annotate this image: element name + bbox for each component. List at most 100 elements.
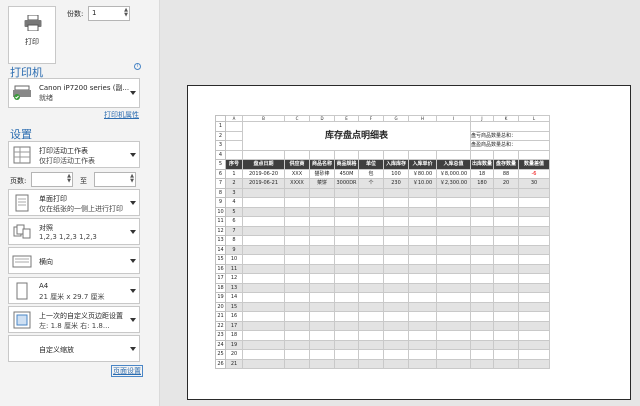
collate-title: 对照 [39, 224, 53, 232]
table-cell [408, 235, 437, 246]
table-cell: 猫砂棒 [309, 168, 335, 179]
table-cell [242, 254, 285, 265]
pages-label: 页数: [10, 177, 27, 185]
table-cell: 个 [358, 178, 384, 189]
info-icon[interactable]: i [134, 63, 141, 70]
table-cell [408, 330, 437, 341]
page-setup-link[interactable]: 页面设置 [111, 365, 143, 377]
table-cell: 18 [470, 168, 494, 179]
table-cell: 100 [383, 168, 409, 179]
table-cell [358, 263, 384, 274]
scaling-select[interactable]: 自定义缩放 [8, 335, 140, 362]
table-header-cell: 盘存数量 [493, 159, 519, 170]
pages-to-input[interactable]: ▲ ▼ [94, 172, 136, 187]
table-cell [436, 235, 471, 246]
table-cell [309, 273, 335, 284]
table-cell [518, 235, 550, 246]
table-cell [518, 311, 550, 322]
table-row: 11 6 [215, 216, 550, 227]
table-cell [470, 301, 494, 312]
gain-total-label: 盘盈商品数量总和： [470, 140, 550, 151]
table-cell [284, 292, 310, 303]
table-cell [284, 206, 310, 217]
table-cell [436, 339, 471, 350]
paper-size-select[interactable]: A4 21 厘米 x 29.7 厘米 [8, 277, 140, 304]
table-cell [358, 244, 384, 255]
print-what-select[interactable]: 打印活动工作表 仅打印活动工作表 [8, 141, 140, 168]
table-cell [383, 206, 409, 217]
table-row: 15 10 [215, 254, 550, 265]
table-cell [284, 358, 310, 369]
table-header-cell: 盘点日期 [242, 159, 285, 170]
table-cell [242, 206, 285, 217]
table-cell [383, 216, 409, 227]
sides-select[interactable]: 单面打印 仅在纸张的一侧上进行打印 [8, 189, 140, 216]
table-cell [383, 330, 409, 341]
print-button[interactable]: 打印 [8, 6, 56, 64]
table-header-cell: 入库总值 [436, 159, 471, 170]
table-cell [309, 358, 335, 369]
table-cell [242, 292, 285, 303]
table-row: 26 21 [215, 358, 550, 369]
table-header-cell: 供应商 [284, 159, 310, 170]
table-cell: -6 [518, 168, 550, 179]
table-cell [493, 206, 519, 217]
table-cell: XXXX [284, 178, 310, 189]
table-cell: 10 [225, 254, 243, 265]
table-cell [309, 301, 335, 312]
table-row: 12 7 [215, 225, 550, 236]
table-cell: 20 [225, 349, 243, 360]
chevron-down-icon [130, 229, 136, 234]
row-number: 11 [215, 216, 226, 227]
table-cell [334, 339, 359, 350]
table-cell [470, 235, 494, 246]
table-cell [493, 244, 519, 255]
table-cell: 18 [225, 330, 243, 341]
table-cell [436, 273, 471, 284]
copies-input[interactable]: 1 ▲ ▼ [88, 6, 130, 21]
table-cell: 2019-06-20 [242, 168, 285, 179]
orientation-select[interactable]: 横向 [8, 247, 140, 274]
table-cell [242, 244, 285, 255]
settings-section-title: 设置 [10, 128, 32, 141]
table-cell: 19 [225, 339, 243, 350]
table-cell [518, 330, 550, 341]
table-cell [493, 339, 519, 350]
table-cell [309, 263, 335, 274]
table-cell [334, 320, 359, 331]
table-cell: 14 [225, 292, 243, 303]
table-cell [408, 197, 437, 208]
table-cell [518, 197, 550, 208]
table-cell [284, 311, 310, 322]
table-cell [358, 349, 384, 360]
table-cell [408, 254, 437, 265]
row-number: 13 [215, 235, 226, 246]
pages-from-input[interactable]: ▲ ▼ [31, 172, 73, 187]
copies-spinner[interactable]: ▲ ▼ [124, 8, 128, 18]
table-cell [470, 225, 494, 236]
table-cell [242, 320, 285, 331]
table-cell [334, 216, 359, 227]
table-cell [470, 311, 494, 322]
table-cell [242, 187, 285, 198]
table-cell [334, 235, 359, 246]
chevron-down-icon [130, 258, 136, 263]
table-cell [309, 244, 335, 255]
printer-select[interactable]: Canon iP7200 series (副... 就绪 [8, 78, 140, 108]
table-cell [383, 339, 409, 350]
chevron-down-icon [130, 346, 136, 351]
collate-select[interactable]: 对照 1,2,3 1,2,3 1,2,3 [8, 218, 140, 245]
table-cell [518, 263, 550, 274]
table-cell [309, 320, 335, 331]
print-settings-panel: 打印 份数: 1 ▲ ▼ 打印机 i Canon iP7200 series (副… [0, 0, 160, 406]
printer-properties-link[interactable]: 打印机属性 [104, 110, 139, 120]
table-cell [334, 330, 359, 341]
table-cell [309, 311, 335, 322]
table-cell: 9 [225, 244, 243, 255]
row-number: 9 [215, 197, 226, 208]
table-cell [518, 358, 550, 369]
table-cell: 7 [225, 225, 243, 236]
table-cell [383, 197, 409, 208]
table-cell [518, 216, 550, 227]
margins-select[interactable]: 上一次的自定义页边距设置 左: 1.8 厘米 右: 1.8... [8, 306, 140, 333]
